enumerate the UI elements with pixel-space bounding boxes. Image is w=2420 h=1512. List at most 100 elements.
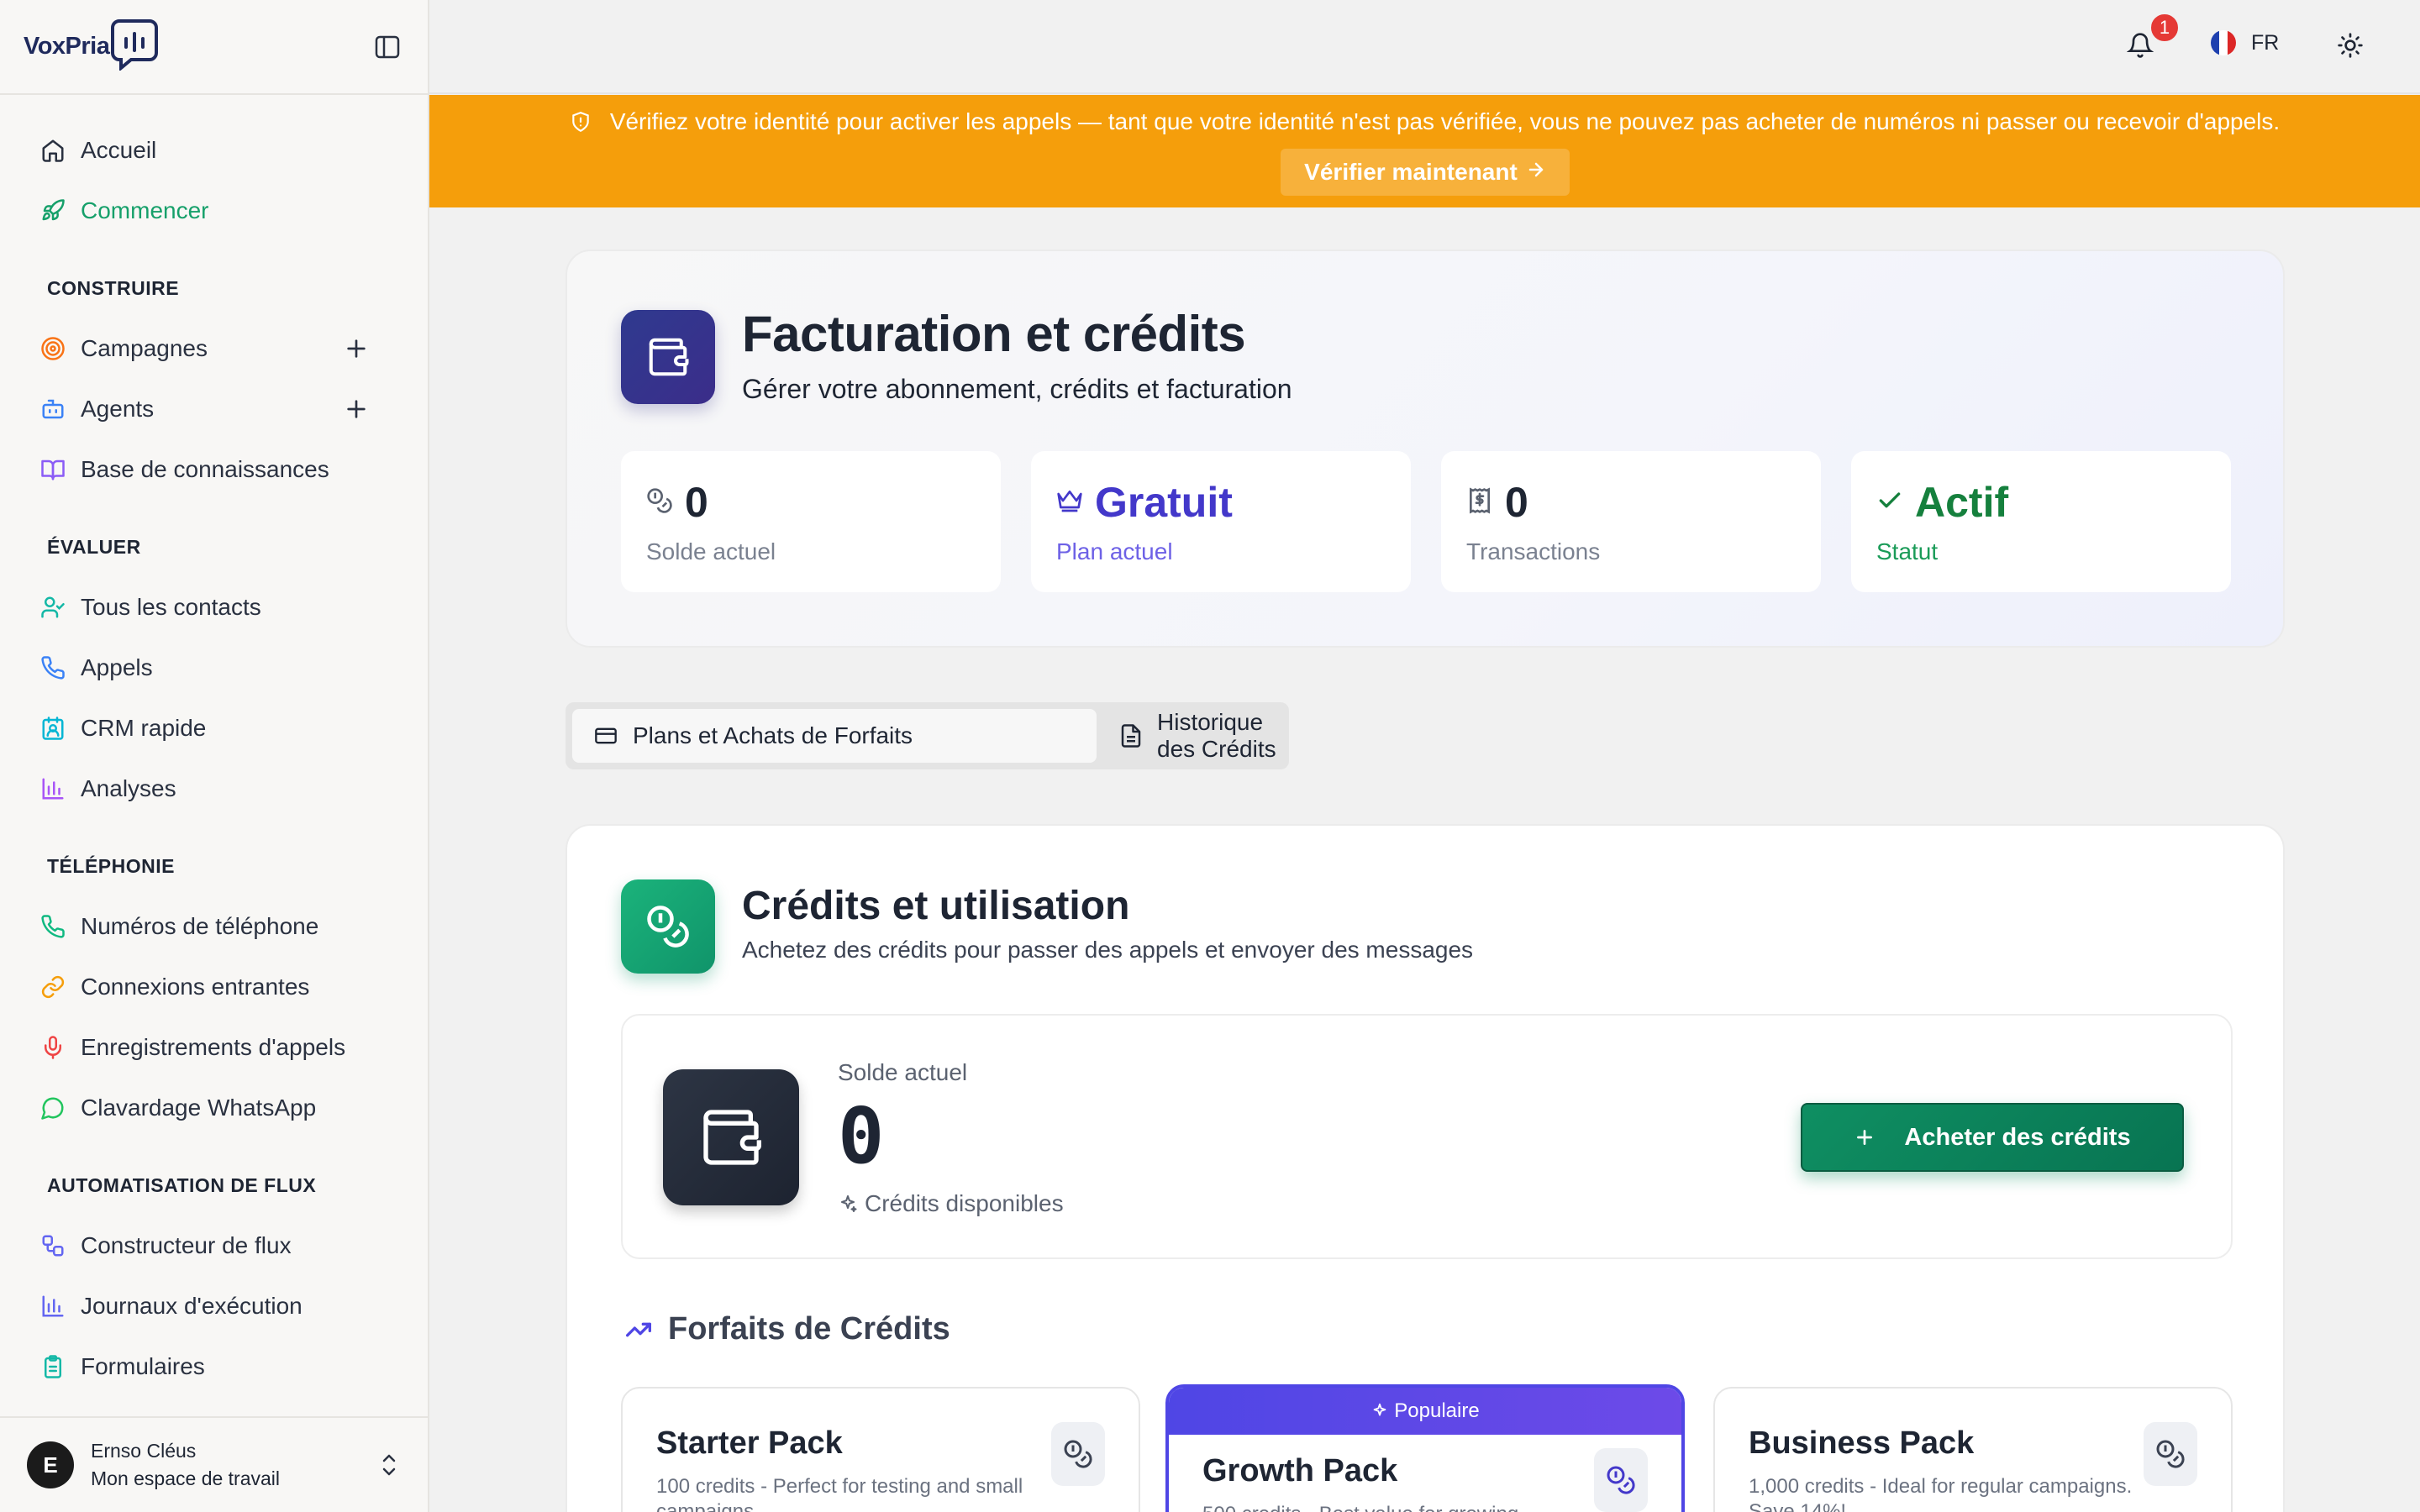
- bell-icon[interactable]: [2126, 30, 2154, 65]
- popular-badge: Populaire: [1169, 1388, 1681, 1435]
- credits-title: Crédits et utilisation: [742, 884, 1130, 928]
- sidebar-item-formulaires[interactable]: Formulaires: [0, 1336, 428, 1397]
- stat-status: Actif Statut: [1851, 451, 2231, 592]
- trending-up-icon: [621, 1316, 656, 1343]
- balance-value: 0: [838, 1091, 885, 1181]
- stat-balance: 0 Solde actuel: [621, 451, 1001, 592]
- verify-now-label: Vérifier maintenant: [1304, 159, 1518, 185]
- chevron-up-down-icon[interactable]: [379, 1452, 399, 1483]
- tab-label: Plans et Achats de Forfaits: [633, 722, 913, 748]
- sidebar-item-label: Accueil: [81, 137, 157, 163]
- balance-label: Solde actuel: [838, 1059, 968, 1085]
- banner-text: Vérifiez votre identité pour activer les…: [609, 108, 2281, 134]
- stat-transactions: 0 Transactions: [1441, 451, 1821, 592]
- billing-header-card: Facturation et crédits Gérer votre abonn…: [566, 249, 2285, 648]
- logo-text: VoxPria: [24, 33, 110, 60]
- logo[interactable]: VoxPria: [24, 18, 159, 75]
- section-title-evaluer: ÉVALUER: [47, 536, 141, 558]
- package-card-starter[interactable]: Starter Pack 100 credits - Perfect for t…: [621, 1387, 1140, 1512]
- buy-credits-button[interactable]: Acheter des crédits: [1801, 1103, 2184, 1172]
- add-agent-icon[interactable]: [343, 396, 370, 423]
- sidebar-item-accueil[interactable]: Accueil: [0, 120, 428, 181]
- sparkles-icon: [838, 1194, 858, 1214]
- sidebar-item-whatsapp[interactable]: Clavardage WhatsApp: [0, 1078, 428, 1138]
- coins-icon: [646, 487, 673, 518]
- mic-icon: [39, 1033, 67, 1062]
- packages-title: Forfaits de Crédits: [668, 1311, 950, 1347]
- stat-label: Transactions: [1466, 538, 1601, 564]
- clipboard-icon: [39, 1352, 67, 1381]
- verify-now-button[interactable]: Vérifier maintenant: [1281, 149, 1570, 196]
- stat-label: Solde actuel: [646, 538, 776, 564]
- package-name: Starter Pack: [656, 1425, 843, 1461]
- section-title-construire: CONSTRUIRE: [47, 277, 180, 299]
- package-name: Business Pack: [1749, 1425, 1975, 1461]
- user-menu[interactable]: E Ernso Cléus Mon espace de travail: [0, 1416, 428, 1512]
- sidebar-item-constructeur[interactable]: Constructeur de flux: [0, 1215, 428, 1276]
- sidebar-item-label: Agents: [81, 396, 155, 422]
- sidebar-item-commencer[interactable]: Commencer: [0, 181, 428, 241]
- sidebar-item-enregistrements[interactable]: Enregistrements d'appels: [0, 1017, 428, 1078]
- sidebar-item-label: Journaux d'exécution: [81, 1293, 302, 1319]
- home-icon: [39, 136, 67, 165]
- tab-label: Historique des Crédits: [1157, 709, 1276, 762]
- sidebar-item-contacts[interactable]: Tous les contacts: [0, 577, 428, 638]
- verification-banner: Vérifiez votre identité pour activer les…: [429, 95, 2420, 207]
- logo-mark-icon: [111, 18, 159, 75]
- balance-panel: Solde actuel 0 Crédits disponibles Achet…: [621, 1014, 2233, 1259]
- bot-icon: [39, 395, 67, 423]
- phone-icon: [39, 654, 67, 682]
- sidebar-item-label: Appels: [81, 654, 153, 680]
- chat-bubble-icon: [39, 1094, 67, 1122]
- sparkles-icon: [1370, 1402, 1389, 1420]
- user-name: Ernso Cléus: [91, 1440, 197, 1462]
- sidebar-item-label: Campagnes: [81, 335, 208, 361]
- section-title-telephonie: TÉLÉPHONIE: [47, 855, 175, 877]
- sidebar-item-connexions[interactable]: Connexions entrantes: [0, 957, 428, 1017]
- check-icon: [1876, 487, 1903, 518]
- contact-card-icon: [39, 714, 67, 743]
- stat-plan: Gratuit Plan actuel: [1031, 451, 1411, 592]
- file-text-icon: [1118, 723, 1144, 748]
- sidebar-item-label: Base de connaissances: [81, 456, 329, 482]
- sidebar-item-appels[interactable]: Appels: [0, 638, 428, 698]
- buy-credits-label: Acheter des crédits: [1904, 1123, 2131, 1151]
- sidebar-item-crm[interactable]: CRM rapide: [0, 698, 428, 759]
- sidebar-nav: Accueil Commencer CONSTRUIRE Campagnes A…: [0, 95, 428, 1397]
- wallet-icon: [663, 1069, 799, 1205]
- section-title-automatisation: AUTOMATISATION DE FLUX: [47, 1174, 317, 1196]
- sidebar-item-campagnes[interactable]: Campagnes: [0, 318, 428, 379]
- notification-badge: 1: [2149, 12, 2181, 44]
- sidebar-toggle-icon[interactable]: [372, 32, 402, 62]
- sidebar-item-journaux[interactable]: Journaux d'exécution: [0, 1276, 428, 1336]
- language-selector[interactable]: FR: [2211, 30, 2279, 55]
- tab-plans[interactable]: Plans et Achats de Forfaits: [572, 709, 1097, 763]
- sidebar-item-label: Formulaires: [81, 1353, 205, 1379]
- sidebar-item-numeros[interactable]: Numéros de téléphone: [0, 896, 428, 957]
- package-card-business[interactable]: Business Pack 1,000 credits - Ideal for …: [1713, 1387, 2233, 1512]
- sidebar-item-agents[interactable]: Agents: [0, 379, 428, 439]
- packages-heading: Forfaits de Crédits: [621, 1311, 950, 1347]
- add-campaign-icon[interactable]: [343, 335, 370, 362]
- sidebar-item-analyses[interactable]: Analyses: [0, 759, 428, 819]
- popular-label: Populaire: [1394, 1399, 1480, 1422]
- credits-subtitle: Achetez des crédits pour passer des appe…: [742, 937, 1474, 963]
- package-desc: 500 credits - Best value for growing: [1202, 1502, 1623, 1512]
- sidebar-item-label: Analyses: [81, 775, 176, 801]
- sidebar-item-label: Commencer: [81, 197, 209, 223]
- sidebar-item-base-connaissances[interactable]: Base de connaissances: [0, 439, 428, 500]
- bar-chart-icon: [39, 1292, 67, 1320]
- package-name: Growth Pack: [1202, 1453, 1398, 1488]
- tab-history[interactable]: Historique des Crédits: [1098, 709, 1289, 763]
- coins-icon: [1594, 1448, 1648, 1512]
- package-card-growth[interactable]: Populaire Growth Pack 500 credits - Best…: [1165, 1384, 1685, 1512]
- book-open-icon: [39, 455, 67, 484]
- phone-icon: [39, 912, 67, 941]
- sun-icon[interactable]: [2337, 32, 2364, 63]
- balance-footer: Crédits disponibles: [838, 1190, 1064, 1217]
- package-desc: 1,000 credits - Ideal for regular campai…: [1749, 1475, 2133, 1512]
- wallet-icon: [621, 310, 715, 404]
- sidebar-item-label: Clavardage WhatsApp: [81, 1095, 317, 1121]
- credit-card-icon: [592, 724, 619, 748]
- stat-value: 0: [685, 479, 708, 526]
